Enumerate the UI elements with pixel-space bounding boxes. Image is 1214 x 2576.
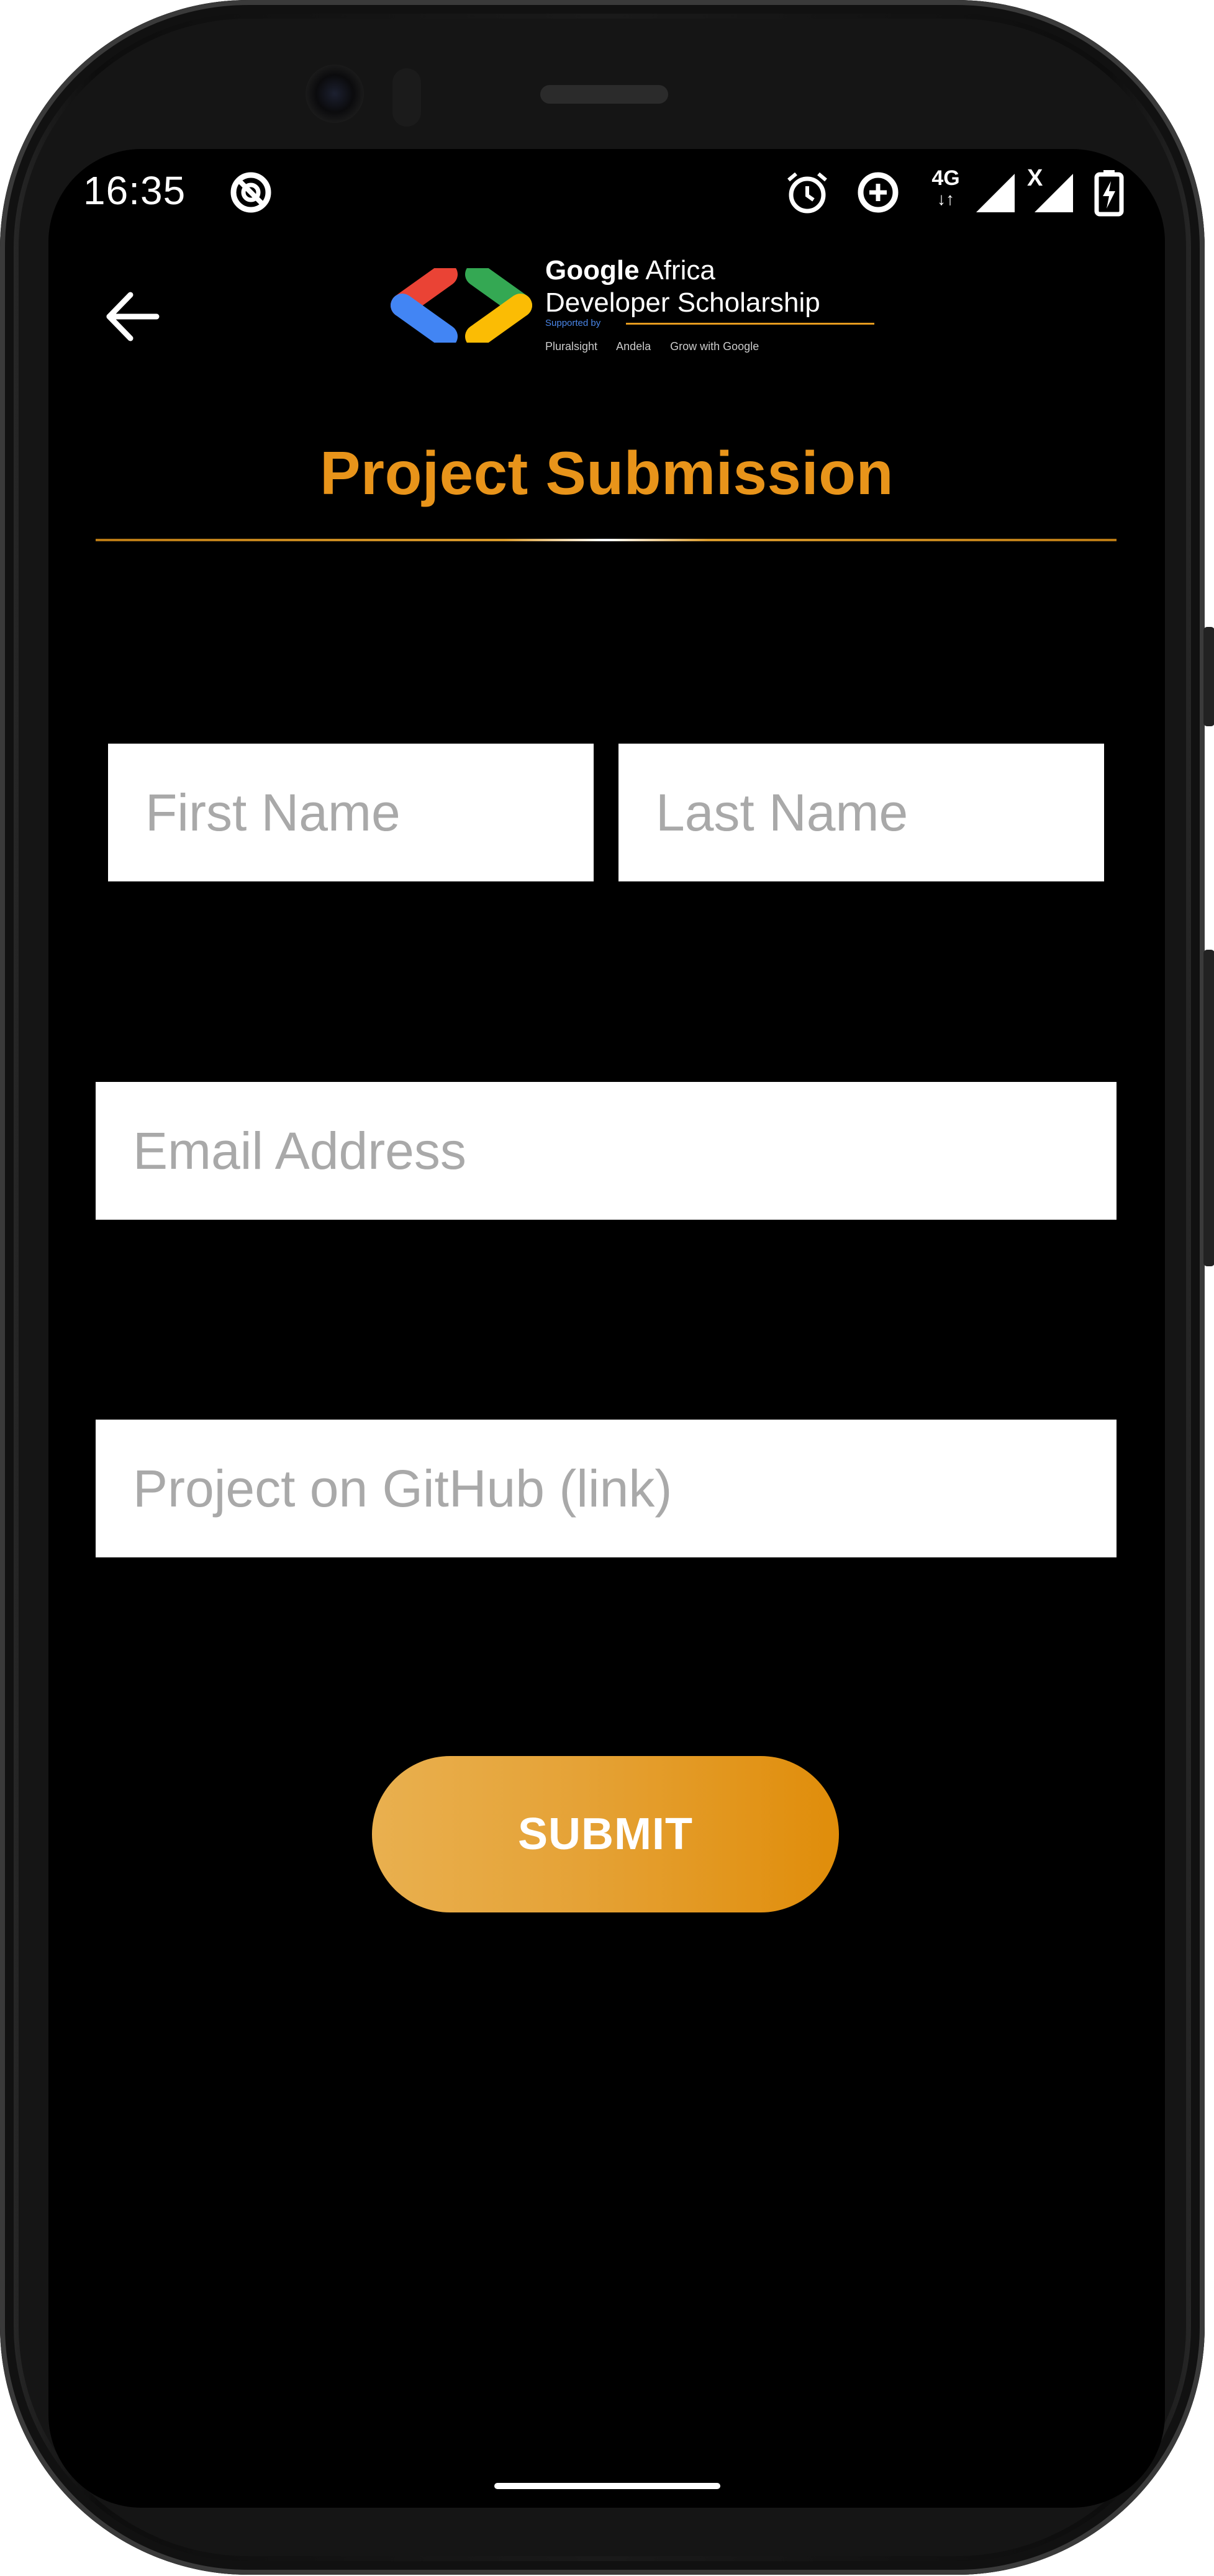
app-screen: 16:35 4G ↓↑ X Google Africa Developer Sc…	[48, 149, 1165, 2508]
back-arrow-icon[interactable]	[98, 282, 166, 351]
status-time: 16:35	[83, 168, 186, 213]
proximity-sensor	[392, 68, 421, 127]
cell-signal-no-service-icon: X	[1021, 165, 1080, 217]
cell-signal-icon	[976, 174, 1015, 212]
logo-title-line2: Developer Scholarship	[545, 287, 820, 318]
network-type-label: 4G	[931, 166, 960, 190]
title-divider	[96, 539, 1117, 541]
submit-button[interactable]: SUBMIT	[372, 1756, 839, 1912]
logo-title-bold: Google	[545, 255, 640, 286]
front-camera	[306, 65, 364, 123]
power-button	[1203, 950, 1214, 1266]
code-brackets-logo-icon	[391, 268, 532, 343]
logo-title: Google Africa Developer Scholarship	[545, 254, 820, 319]
gads-logo: Google Africa Developer Scholarship Supp…	[390, 254, 887, 379]
partner-pluralsight: Pluralsight	[545, 340, 598, 353]
last-name-field[interactable]	[618, 744, 1104, 881]
logo-partners: Pluralsight Andela Grow with Google	[545, 340, 775, 353]
volume-button	[1203, 627, 1214, 726]
battery-charging-icon	[1094, 170, 1124, 217]
logo-divider	[626, 323, 874, 325]
first-name-field[interactable]	[108, 744, 594, 881]
page-title: Project Submission	[320, 439, 894, 507]
earpiece-speaker	[540, 85, 668, 104]
status-bar: 16:35 4G ↓↑ X	[48, 149, 1165, 236]
network-type-indicator: 4G ↓↑	[924, 168, 967, 217]
signal-triangle-icon	[1035, 174, 1073, 212]
github-link-field[interactable]	[96, 1420, 1117, 1557]
phone-frame: 16:35 4G ↓↑ X Google Africa Developer Sc…	[0, 0, 1214, 2575]
home-indicator[interactable]	[494, 2483, 720, 2489]
data-saver-icon	[858, 172, 899, 213]
logo-title-rest: Africa	[639, 255, 715, 286]
data-arrows-icon: ↓↑	[937, 189, 954, 209]
logo-supported-by: Supported by	[545, 318, 601, 328]
partner-andela: Andela	[616, 340, 651, 353]
alarm-clock-icon	[787, 172, 827, 214]
do-not-disturb-icon	[230, 172, 271, 213]
partner-grow-with-google: Grow with Google	[670, 340, 759, 353]
email-field[interactable]	[96, 1082, 1117, 1220]
